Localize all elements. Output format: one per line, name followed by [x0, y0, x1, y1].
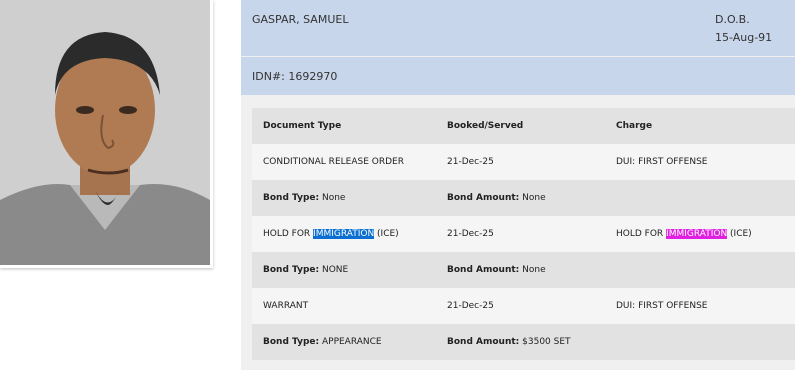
inmate-record-panel: GASPAR, SAMUEL D.O.B. 15-Aug-91 IDN#: 16…: [241, 0, 795, 370]
bond-type-value: NONE: [321, 265, 349, 275]
search-highlight: IMMIGRATION: [313, 229, 375, 239]
bond-amount-label: Bond Amount:: [447, 265, 520, 275]
search-highlight: IMMIGRATION: [666, 229, 728, 239]
bond-amount-value: None: [522, 265, 546, 275]
booked-date: 21-Dec-25: [447, 229, 494, 239]
booked-date: 21-Dec-25: [447, 301, 494, 311]
bond-type: Bond Type: NONE: [263, 252, 348, 288]
bond-amount-value: None: [522, 193, 546, 203]
document-type: WARRANT: [263, 301, 309, 311]
charge: HOLD FOR IMMIGRATION (ICE): [616, 216, 752, 252]
table-row: CONDITIONAL RELEASE ORDER 21-Dec-25 DUI:…: [252, 144, 795, 180]
mugshot-photo: [0, 0, 210, 265]
bond-row: Bond Type: None Bond Amount: None: [252, 180, 795, 216]
bond-amount: Bond Amount: $3500 SET: [447, 324, 571, 360]
dob-value: 15-Aug-91: [715, 31, 773, 44]
dob-label: D.O.B.: [715, 13, 750, 26]
bond-type: Bond Type: None: [263, 180, 345, 216]
document-type-prefix: HOLD FOR: [263, 229, 314, 239]
bond-type: Bond Type: APPEARANCE: [263, 324, 382, 360]
table-header-row: Document Type Booked/Served Charge: [252, 108, 795, 144]
charge-prefix: HOLD FOR: [616, 229, 667, 239]
document-type-suffix: (ICE): [374, 229, 399, 239]
bond-amount-label: Bond Amount:: [447, 337, 520, 347]
documents-table: Document Type Booked/Served Charge CONDI…: [252, 108, 795, 360]
table-row: HOLD FOR IMMIGRATION (ICE) 21-Dec-25 HOL…: [252, 216, 795, 252]
document-type: CONDITIONAL RELEASE ORDER: [263, 157, 404, 167]
bond-amount: Bond Amount: None: [447, 252, 546, 288]
idn-header: IDN#: 1692970: [241, 57, 795, 95]
bond-amount-value: $3500 SET: [522, 337, 571, 347]
booked-date: 21-Dec-25: [447, 157, 494, 167]
bond-type-label: Bond Type:: [263, 265, 320, 275]
bond-amount-label: Bond Amount:: [447, 193, 520, 203]
bond-type-value: APPEARANCE: [321, 337, 382, 347]
idn-number: IDN#: 1692970: [252, 70, 338, 83]
bond-type-label: Bond Type:: [263, 337, 320, 347]
bond-type-label: Bond Type:: [263, 193, 320, 203]
charge: DUI: FIRST OFFENSE: [616, 301, 708, 311]
bond-amount: Bond Amount: None: [447, 180, 546, 216]
bond-type-value: None: [321, 193, 346, 203]
charge: DUI: FIRST OFFENSE: [616, 157, 708, 167]
table-row: WARRANT 21-Dec-25 DUI: FIRST OFFENSE: [252, 288, 795, 324]
header-booked-served: Booked/Served: [447, 121, 524, 131]
charge-suffix: (ICE): [727, 229, 752, 239]
bond-row: Bond Type: APPEARANCE Bond Amount: $3500…: [252, 324, 795, 360]
header-document-type: Document Type: [263, 121, 342, 131]
mugshot-card: [0, 0, 213, 268]
name-header: GASPAR, SAMUEL D.O.B. 15-Aug-91: [241, 0, 795, 56]
header-charge: Charge: [616, 121, 653, 131]
bond-row: Bond Type: NONE Bond Amount: None: [252, 252, 795, 288]
inmate-name: GASPAR, SAMUEL: [252, 13, 349, 26]
document-type: HOLD FOR IMMIGRATION (ICE): [263, 216, 399, 252]
